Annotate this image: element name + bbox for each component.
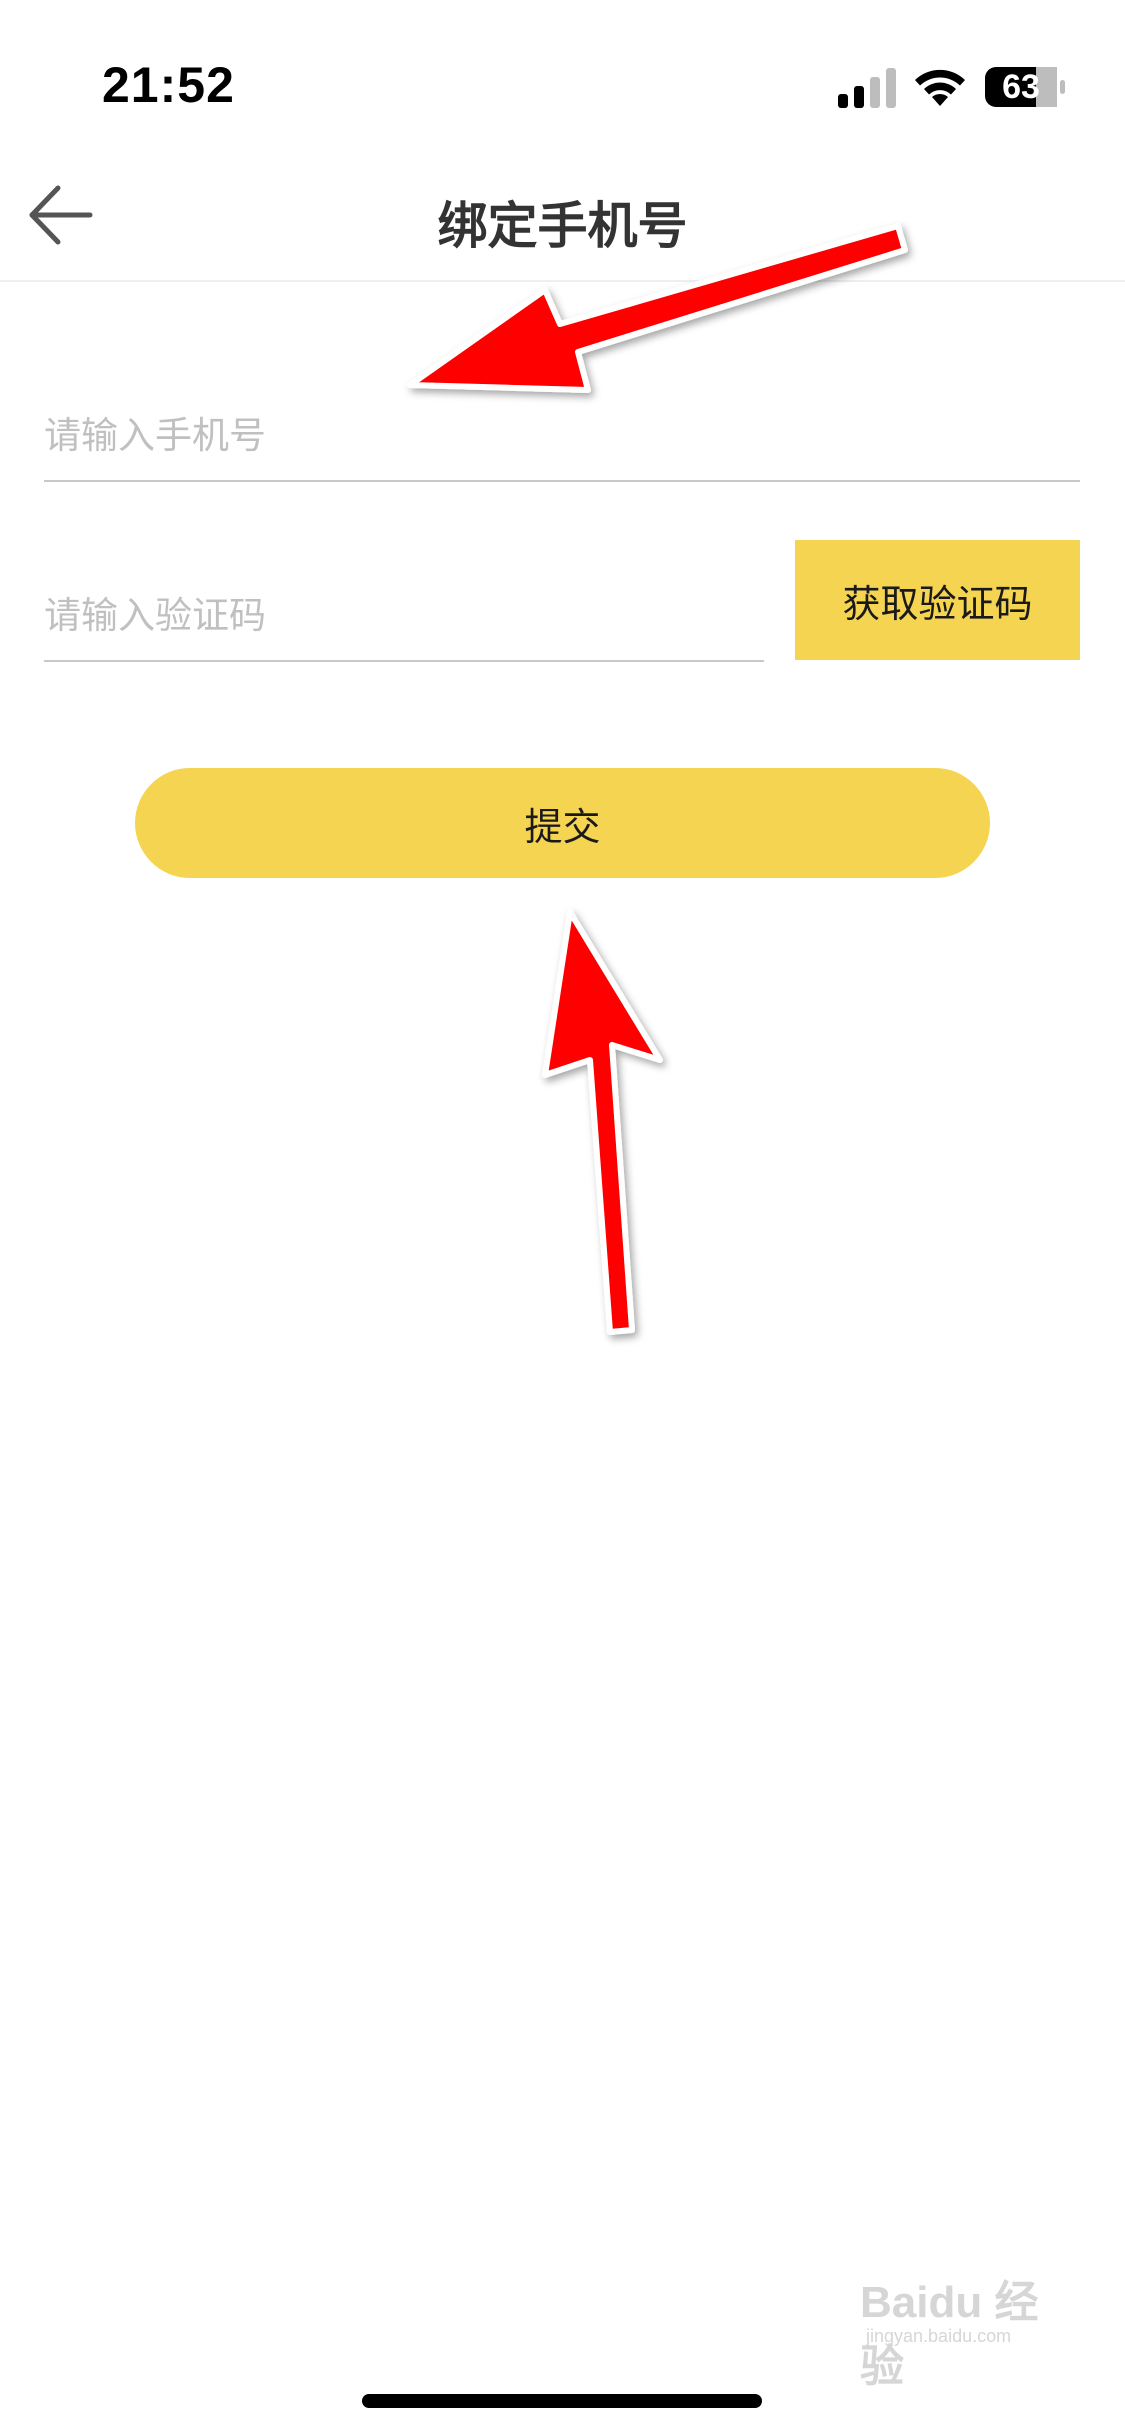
annotation-arrow-submit [542,909,663,1335]
watermark-url: jingyan.baidu.com [866,2326,1012,2346]
home-indicator[interactable] [362,2394,762,2408]
status-time: 21:52 [102,57,235,113]
submit-button[interactable]: 提交 [135,768,990,878]
nav-bar: 绑定手机号 [0,150,1125,282]
status-bar: 21:52 63 [0,0,1125,150]
battery-icon: 63 [984,65,1066,109]
verification-code-input[interactable] [44,550,764,670]
phone-input[interactable] [44,370,1080,490]
annotation-layer [407,223,908,1335]
signal-icon [838,68,896,108]
code-field [44,550,764,670]
baidu-jingyan-watermark: Baidu 经验 jingyan.baidu.com [860,2266,1070,2391]
get-code-button[interactable]: 获取验证码 [795,540,1080,660]
phone-field [44,370,1080,490]
page-title: 绑定手机号 [437,197,688,255]
battery-level: 63 [1002,68,1040,106]
wifi-icon [915,69,965,106]
